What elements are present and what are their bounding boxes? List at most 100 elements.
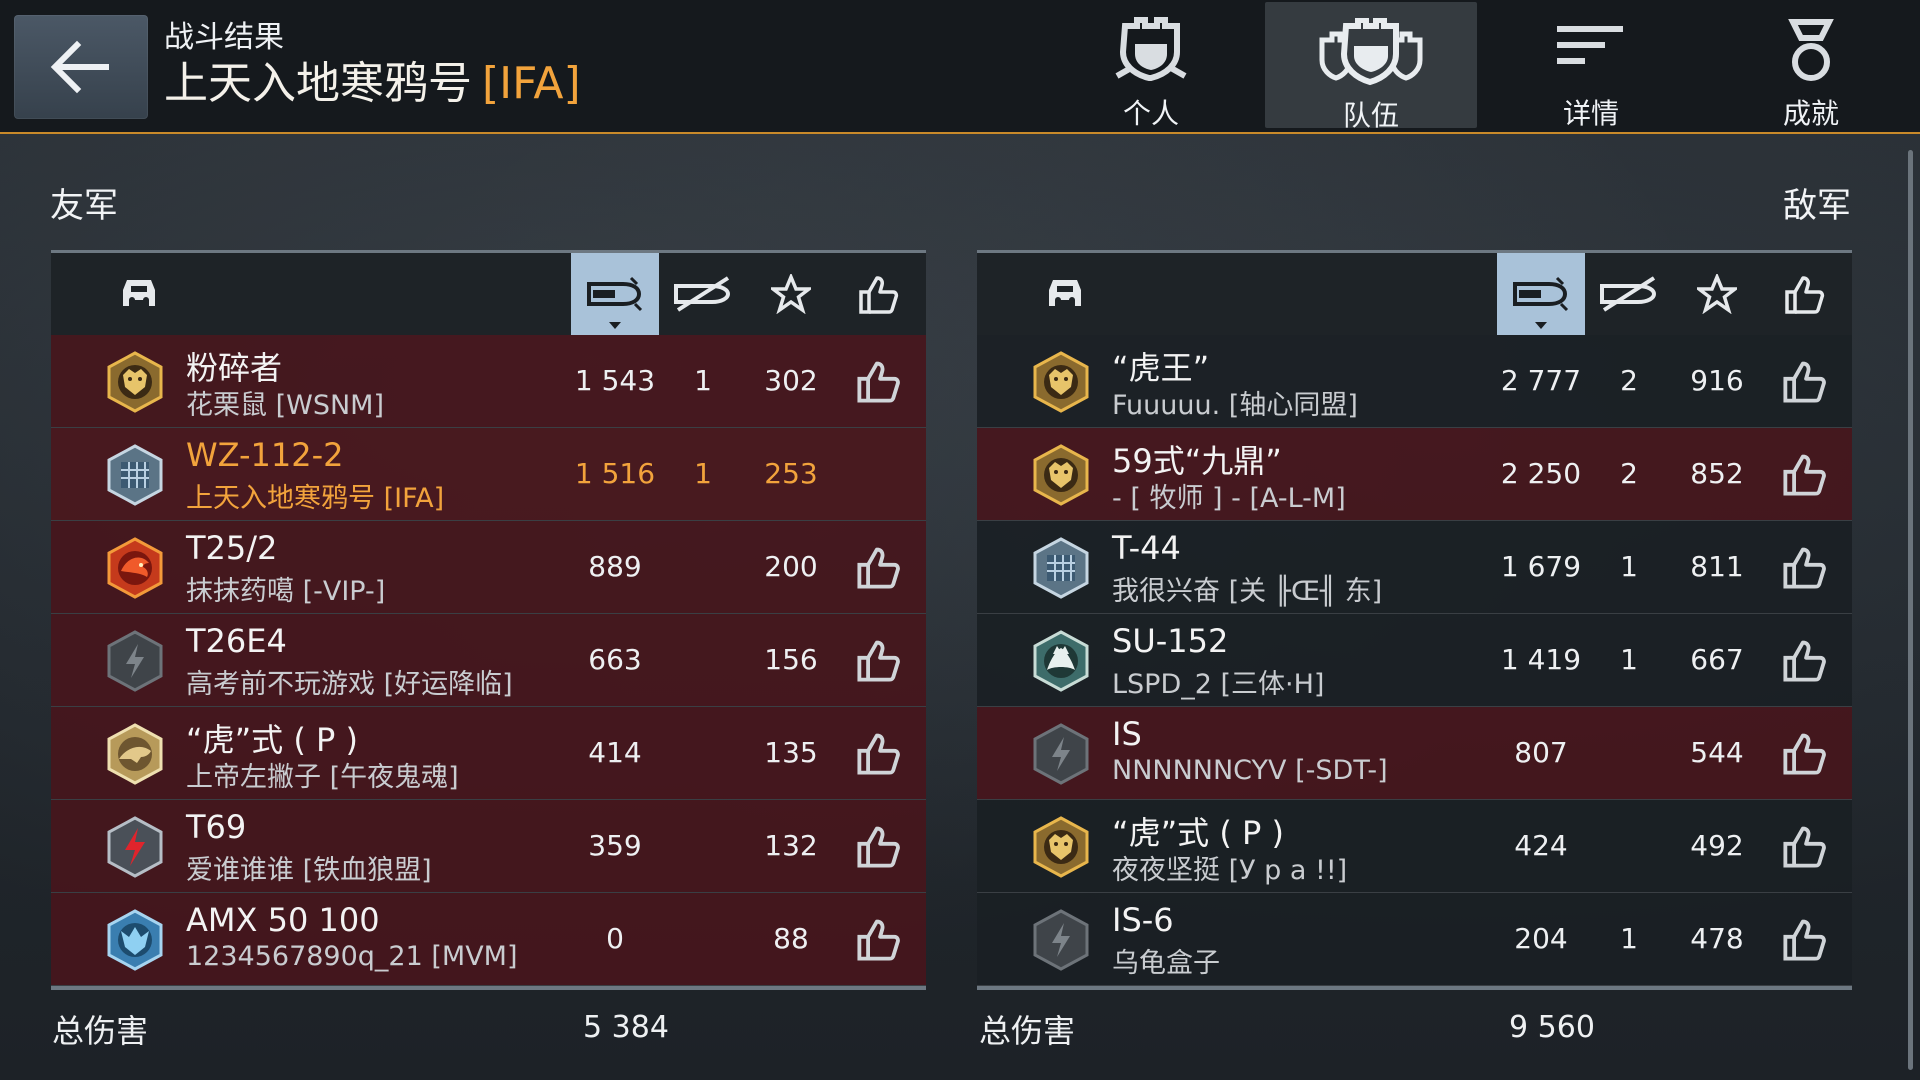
column-header[interactable] xyxy=(571,253,659,335)
player-row[interactable]: IS NNNNNNCYV [-SDT-] 807 544 xyxy=(977,707,1852,800)
tab-details[interactable]: 详情 xyxy=(1485,0,1697,130)
allies-total-label: 总伤害 xyxy=(52,1012,149,1050)
thumbs-up-icon xyxy=(1785,276,1825,314)
player-row[interactable]: 59式“九鼎” - [ 牧师 ] - [A-L-M] 2 250 2 852 xyxy=(977,428,1852,521)
column-header[interactable] xyxy=(747,253,835,335)
player-row[interactable]: AMX 50 100 1234567890q_21 [MVM] 0 88 xyxy=(51,893,926,986)
scrollbar[interactable] xyxy=(1908,150,1913,1070)
thumbs-up-icon xyxy=(857,826,900,868)
damage-value: 424 xyxy=(1514,829,1568,862)
column-header[interactable] xyxy=(1673,253,1761,335)
column-header[interactable] xyxy=(95,253,183,335)
grey-lightning-badge xyxy=(1031,723,1091,785)
score-value: 852 xyxy=(1690,457,1744,490)
like-button[interactable] xyxy=(1781,915,1829,963)
damage-value: 889 xyxy=(588,550,642,583)
kills-value: 1 xyxy=(1620,922,1638,955)
player-row[interactable]: SU-152 LSPD_2 [三体·H] 1 419 1 667 xyxy=(977,614,1852,707)
like-button[interactable] xyxy=(855,636,903,684)
score-value: 253 xyxy=(764,457,818,490)
like-button[interactable] xyxy=(855,543,903,591)
player-name: 乌龟盒子 xyxy=(1112,948,1220,979)
column-header[interactable] xyxy=(1021,253,1109,335)
tab-achievements[interactable]: 成就 xyxy=(1705,0,1917,130)
tank-name: T-44 xyxy=(1112,529,1181,567)
score-value: 916 xyxy=(1690,364,1744,397)
silver-grid-badge xyxy=(105,444,165,506)
player-row[interactable]: 粉碎者 花栗鼠 [WSNM] 1 543 1 302 xyxy=(51,335,926,428)
thumbs-up-icon xyxy=(857,361,900,403)
tank-name: SU-152 xyxy=(1112,622,1229,660)
tab-label: 队伍 xyxy=(1342,99,1399,132)
thumbs-up-icon xyxy=(857,919,900,961)
kills-value xyxy=(659,707,747,799)
tank-icon xyxy=(123,280,155,306)
player-row[interactable]: “虎”式 ( P ) 夜夜坚挺 [У р а !!] 424 492 xyxy=(977,800,1852,893)
like-button[interactable] xyxy=(1781,450,1829,498)
column-header[interactable] xyxy=(835,253,923,335)
back-arrow-icon xyxy=(50,40,109,94)
score-value: 156 xyxy=(764,643,818,676)
tank-name: T69 xyxy=(186,808,247,846)
like-button[interactable] xyxy=(1781,357,1829,405)
like-button[interactable] xyxy=(1781,822,1829,870)
like-button[interactable] xyxy=(1781,543,1829,591)
like-button[interactable] xyxy=(1781,729,1829,777)
gold-tiger-badge xyxy=(1031,816,1091,878)
enemies-table: “虎王” Fuuuuu. [轴心同盟] 2 777 2 916 59式“九鼎” - [ 牧师… xyxy=(977,250,1852,990)
thumbs-up-icon xyxy=(1783,454,1826,496)
enemies-heading: 敌军 xyxy=(1783,186,1851,226)
player-row[interactable]: T-44 我很兴奋 [关 ╟Œ╢ 东] 1 679 1 811 xyxy=(977,521,1852,614)
medal-icon xyxy=(1788,19,1834,81)
star-icon xyxy=(771,274,811,314)
player-name: 上天入地寒鸦号 [IFA] xyxy=(186,483,445,514)
back-button[interactable] xyxy=(14,15,148,119)
player-row[interactable]: T69 爱谁谁谁 [铁血狼盟] 359 132 xyxy=(51,800,926,893)
sort-caret-icon xyxy=(609,322,621,329)
column-header[interactable] xyxy=(1497,253,1585,335)
kills-value: 2 xyxy=(1620,457,1638,490)
table-footer-line xyxy=(51,986,926,990)
damage-value: 1 419 xyxy=(1500,643,1582,676)
like-button[interactable] xyxy=(855,357,903,405)
column-header[interactable] xyxy=(1585,253,1673,335)
column-header[interactable] xyxy=(659,253,747,335)
player-row[interactable]: WZ-112-2 上天入地寒鸦号 [IFA] 1 516 1 253 xyxy=(51,428,926,521)
damage-value: 2 777 xyxy=(1500,364,1582,397)
tank-icon xyxy=(1049,280,1081,306)
kills-value xyxy=(1585,707,1673,799)
tab-team[interactable]: 队伍 xyxy=(1265,2,1477,132)
player-name: NNNNNNCYV [-SDT-] xyxy=(1112,755,1388,786)
player-row[interactable]: “虎”式 ( P ) 上帝左撇子 [午夜鬼魂] 414 135 xyxy=(51,707,926,800)
player-row[interactable]: IS-6 乌龟盒子 204 1 478 xyxy=(977,893,1852,986)
allies-rows: 粉碎者 花栗鼠 [WSNM] 1 543 1 302 WZ-112-2 上天入地寒鸦号 [I… xyxy=(51,335,926,986)
score-value: 478 xyxy=(1690,922,1744,955)
damage-value: 1 679 xyxy=(1500,550,1582,583)
column-header[interactable] xyxy=(1761,253,1849,335)
allies-total-damage: 5 384 xyxy=(583,1010,669,1045)
like-button[interactable] xyxy=(855,915,903,963)
team-helmets-icon xyxy=(1319,18,1423,86)
player-row[interactable]: T25/2 抹抹药噶 [-VIP-] 889 200 xyxy=(51,521,926,614)
thumbs-up-icon xyxy=(1783,361,1826,403)
table-footer-line xyxy=(977,986,1852,990)
kills-value: 1 xyxy=(1620,550,1638,583)
enemies-total-damage: 9 560 xyxy=(1509,1010,1595,1045)
player-name: - [ 牧师 ] - [A-L-M] xyxy=(1112,483,1346,514)
screen-subtitle: 战斗结果 xyxy=(164,20,284,55)
player-row[interactable]: “虎王” Fuuuuu. [轴心同盟] 2 777 2 916 xyxy=(977,335,1852,428)
damage-shell-icon xyxy=(587,276,643,312)
thumbs-up-icon xyxy=(1783,826,1826,868)
like-button[interactable] xyxy=(1781,636,1829,684)
like-button[interactable] xyxy=(855,822,903,870)
score-value: 88 xyxy=(773,922,809,955)
tab-personal[interactable]: 个人 xyxy=(1045,0,1257,130)
damage-value: 1 543 xyxy=(574,364,656,397)
tab-label: 成就 xyxy=(1782,97,1839,130)
grey-lightning-badge xyxy=(105,630,165,692)
kills-value xyxy=(659,614,747,706)
like-button[interactable] xyxy=(855,729,903,777)
enemies-total-label: 总伤害 xyxy=(979,1012,1076,1050)
player-row[interactable]: T26E4 高考前不玩游戏 [好运降临] 663 156 xyxy=(51,614,926,707)
sort-caret-icon xyxy=(1535,322,1547,329)
